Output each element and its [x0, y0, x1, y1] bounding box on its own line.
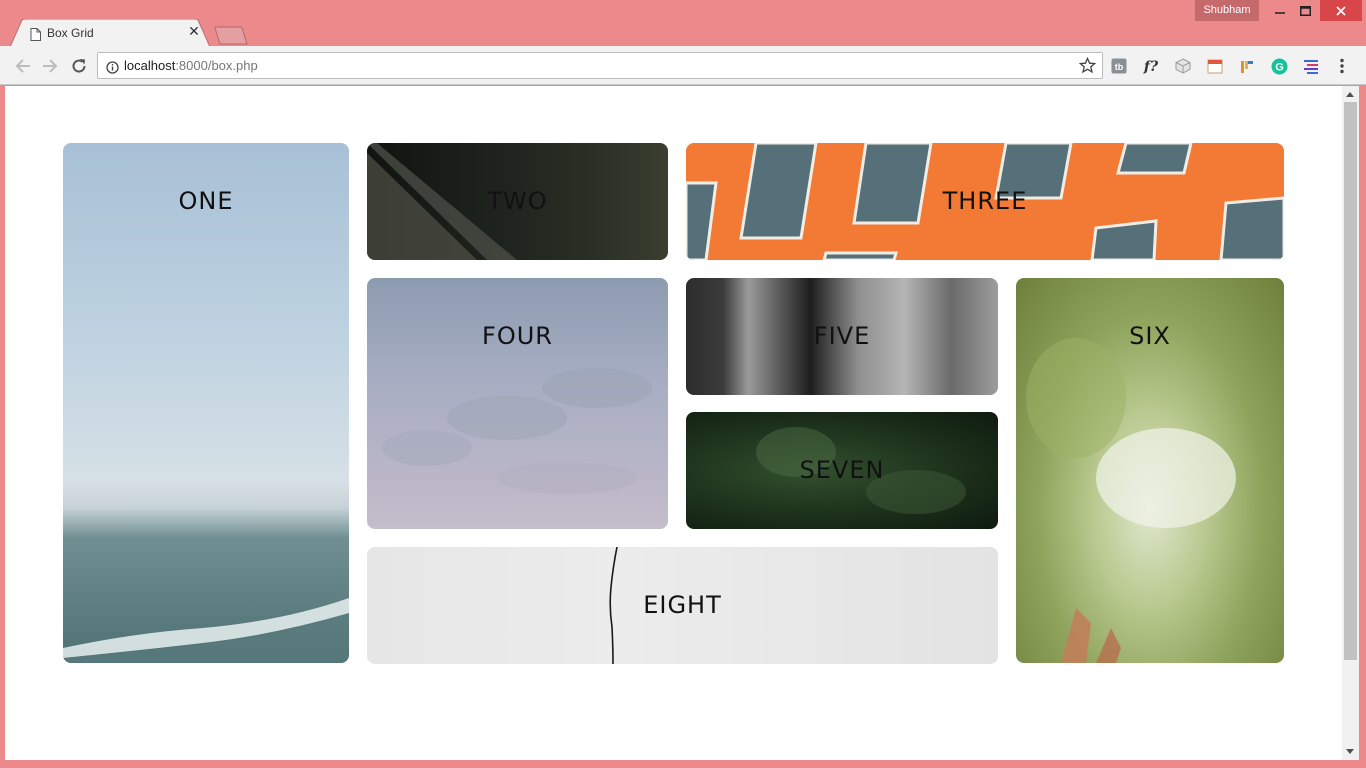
window-frame-right	[1359, 86, 1366, 768]
title-bar: Box Grid ✕ Shubham	[0, 0, 1366, 47]
minimize-icon	[1274, 11, 1285, 14]
font-extension-icon[interactable]: f?	[1142, 57, 1160, 75]
url-host: localhost	[124, 58, 176, 73]
box-label: SIX	[1129, 322, 1171, 350]
maximize-button[interactable]	[1287, 0, 1324, 21]
close-window-button[interactable]	[1320, 0, 1362, 21]
url-path: :8000/box.php	[175, 58, 258, 73]
box-three: THREE	[686, 143, 1284, 260]
box-five: FIVE	[686, 278, 998, 395]
vertical-scrollbar[interactable]	[1342, 86, 1359, 760]
box-label: TWO	[487, 187, 548, 215]
close-icon	[1336, 5, 1346, 16]
tab-close-icon[interactable]: ✕	[186, 24, 202, 40]
box-two: TWO	[367, 143, 668, 260]
page-icon	[30, 26, 41, 45]
menu-kebab-icon[interactable]	[1333, 57, 1351, 75]
box-label: THREE	[942, 187, 1028, 215]
reload-button[interactable]	[69, 56, 89, 76]
back-arrow-icon	[15, 59, 30, 73]
box-label: SEVEN	[799, 456, 885, 484]
tab-title: Box Grid	[47, 26, 94, 40]
info-icon[interactable]	[106, 59, 119, 78]
box-label: EIGHT	[643, 591, 722, 619]
tb-extension-icon[interactable]: tb	[1110, 57, 1128, 75]
tag-extension-icon[interactable]	[1238, 57, 1256, 75]
browser-tab[interactable]: Box Grid ✕	[10, 19, 210, 47]
scroll-up-arrow-icon[interactable]	[1346, 92, 1354, 97]
forward-button[interactable]	[40, 56, 60, 76]
grammarly-extension-icon[interactable]: G	[1270, 57, 1288, 75]
box-label: FIVE	[813, 322, 871, 350]
page-viewport: ONE TWO THREE FOUR FIVE SIX SEVEN EIGHT	[5, 86, 1342, 760]
new-tab-button[interactable]	[213, 26, 249, 45]
profile-button[interactable]: Shubham	[1195, 0, 1259, 21]
reload-icon	[72, 59, 86, 73]
box-label: FOUR	[482, 322, 553, 350]
cloudy-sky-image	[382, 368, 652, 494]
cube-extension-icon[interactable]	[1174, 57, 1192, 75]
box-one: ONE	[63, 143, 349, 663]
ocean-wave-image	[63, 598, 349, 663]
box-label: ONE	[178, 187, 234, 215]
url-text[interactable]: localhost:8000/box.php	[124, 58, 258, 73]
svg-text:f?: f?	[1143, 59, 1159, 74]
maximize-icon	[1300, 5, 1311, 16]
address-bar[interactable]: localhost:8000/box.php	[97, 52, 1103, 79]
box-four: FOUR	[367, 278, 668, 529]
lines-extension-icon[interactable]	[1302, 57, 1320, 75]
forward-arrow-icon	[43, 59, 58, 73]
scrollbar-thumb[interactable]	[1344, 102, 1357, 660]
box-eight: EIGHT	[367, 547, 998, 664]
box-six: SIX	[1016, 278, 1284, 663]
back-button[interactable]	[13, 56, 33, 76]
scroll-down-arrow-icon[interactable]	[1346, 749, 1354, 754]
box-seven: SEVEN	[686, 412, 998, 529]
browser-toolbar: localhost:8000/box.php tb f? G	[0, 46, 1366, 85]
svg-text:tb: tb	[1115, 62, 1124, 72]
svg-text:G: G	[1275, 61, 1284, 73]
calendar-extension-icon[interactable]	[1206, 57, 1224, 75]
window-frame-bottom	[0, 760, 1366, 768]
bookmark-star-icon[interactable]	[1078, 56, 1097, 78]
